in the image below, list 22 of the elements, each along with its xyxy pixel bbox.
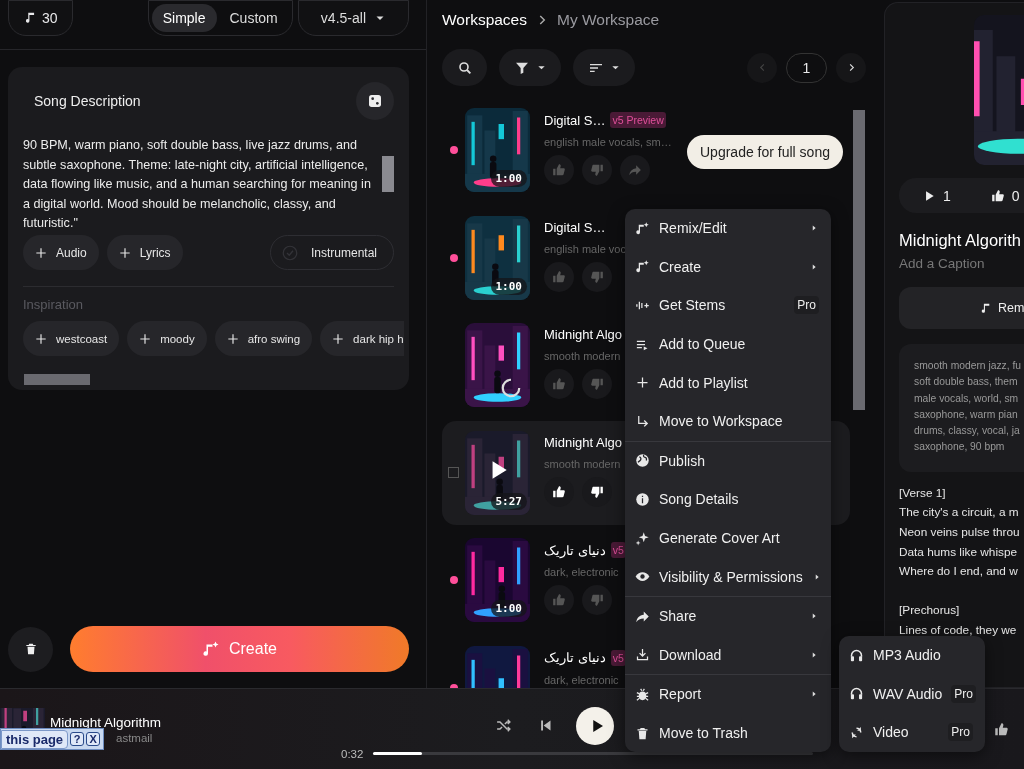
version-badge: v5 <box>610 542 626 558</box>
tags-text: smooth modern jazz, fu soft double bass, them male vocals, world, sm saxophone, warm pian drums, classy, vocal, ja saxophone, 90 bpm <box>914 359 1023 455</box>
pro-badge: Pro <box>794 296 819 315</box>
elapsed-time: 0:32 <box>341 747 364 760</box>
like-count: 0 <box>1011 187 1020 204</box>
song-style-text: smooth modern <box>544 457 622 470</box>
lyrics-text: [Verse 1] The city's a circuit, a m Neon veins pulse throu Data hums like whispe Where do I end, and w [Prechorus] Lines of code, they we <box>899 484 1021 639</box>
song-style-text: english male voc <box>544 242 626 255</box>
play-count: 1 <box>943 187 951 204</box>
version-badge: v5 <box>610 649 626 666</box>
song-style-text: dark, electronic <box>544 566 620 578</box>
song-style-text: smooth modern <box>544 350 622 362</box>
song-title: Midnight Algorith <box>899 231 1022 250</box>
song-style-text: dark, electronic <box>544 673 620 686</box>
pro-badge: Pro <box>948 723 973 742</box>
pro-badge: Pro <box>951 684 976 703</box>
section-title: Song Description <box>34 93 141 109</box>
version-badge: v5 Preview <box>610 112 666 128</box>
section-label: Inspiration <box>23 297 84 312</box>
upgrade-tooltip: Upgrade for full song <box>687 135 843 169</box>
credits-pill: 30 <box>8 0 73 36</box>
song-style-text: english male vocals, sm… <box>544 136 672 148</box>
